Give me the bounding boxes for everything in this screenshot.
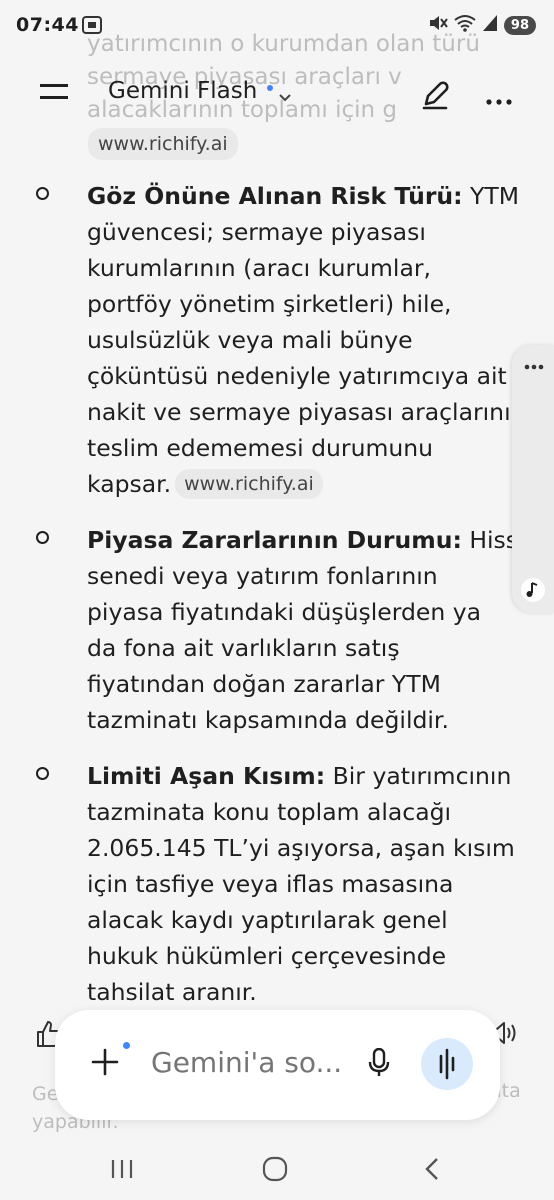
status-time: 07:44: [16, 14, 79, 36]
floating-side-panel[interactable]: [512, 345, 554, 613]
status-bar: 07:44 98: [0, 0, 554, 52]
model-selector-title[interactable]: Gemini Flash: [108, 78, 257, 104]
live-voice-button[interactable]: [421, 1038, 473, 1090]
response-content: Göz Önüne Alınan Risk Türü: YTM güvences…: [0, 178, 554, 1030]
new-indicator-dot: [123, 1042, 130, 1049]
more-options-icon[interactable]: [524, 355, 544, 374]
more-options-icon[interactable]: [486, 90, 512, 109]
add-attachment-button[interactable]: [91, 1048, 119, 1080]
screen-cast-icon: [82, 16, 102, 38]
home-icon[interactable]: [262, 1156, 288, 1186]
recent-apps-icon[interactable]: [110, 1158, 134, 1184]
list-item-text: Göz Önüne Alınan Risk Türü: YTM güvences…: [87, 178, 554, 502]
wifi-icon: [454, 14, 476, 36]
list-item-body: YTM güvencesi; sermaye piyasası kurumlar…: [87, 182, 520, 498]
bullet-marker: [36, 531, 49, 544]
bullet-marker: [36, 767, 49, 780]
system-nav-bar: [0, 1140, 554, 1200]
list-item-title: Limiti Aşan Kısım:: [87, 762, 326, 790]
back-icon[interactable]: [424, 1157, 440, 1185]
list-item-body: Hisse senedi veya yatırım fonlarının piy…: [87, 526, 533, 734]
list-item-title: Göz Önüne Alınan Risk Türü:: [87, 182, 463, 210]
music-note-icon[interactable]: [520, 577, 546, 607]
list-item: Limiti Aşan Kısım: Bir yatırımcının tazm…: [0, 758, 554, 1010]
signal-icon: [482, 14, 498, 36]
prompt-input-bar: Gemini'a so...: [55, 1010, 500, 1120]
list-item-body: Bir yatırımcının tazminata konu toplam a…: [87, 762, 515, 1006]
list-item-title: Piyasa Zararlarının Durumu:: [87, 526, 462, 554]
list-item: Piyasa Zararlarının Durumu: Hisse senedi…: [0, 522, 554, 738]
list-item-text: Limiti Aşan Kısım: Bir yatırımcının tazm…: [87, 758, 554, 1010]
chevron-down-icon[interactable]: [278, 88, 292, 107]
mute-icon: [428, 14, 448, 36]
bullet-marker: [36, 187, 49, 200]
new-indicator-dot: [267, 85, 273, 91]
prompt-input[interactable]: Gemini'a so...: [151, 1046, 342, 1079]
new-chat-icon[interactable]: [418, 78, 452, 116]
source-chip[interactable]: www.richify.ai: [175, 469, 323, 499]
source-chip[interactable]: www.richify.ai: [88, 128, 238, 160]
list-item: Göz Önüne Alınan Risk Türü: YTM güvences…: [0, 178, 554, 502]
app-header: Gemini Flash: [0, 58, 554, 128]
status-icons: 98: [428, 14, 536, 36]
list-item-text: Piyasa Zararlarının Durumu: Hisse senedi…: [87, 522, 554, 738]
battery-badge: 98: [503, 15, 536, 35]
menu-icon[interactable]: [40, 82, 68, 106]
microphone-icon[interactable]: [367, 1047, 391, 1082]
